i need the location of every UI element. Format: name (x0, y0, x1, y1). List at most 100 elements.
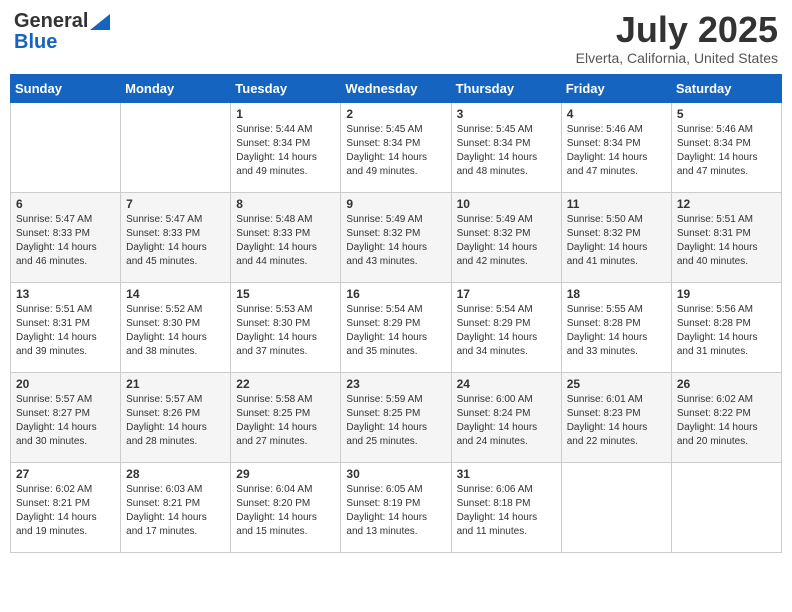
day-info: Sunrise: 5:45 AMSunset: 8:34 PMDaylight:… (457, 123, 556, 179)
calendar-cell: 3 Sunrise: 5:45 AMSunset: 8:34 PMDaylight… (451, 102, 561, 192)
day-number: 7 (126, 197, 225, 211)
calendar-cell: 22 Sunrise: 5:58 AMSunset: 8:25 PMDayligh… (231, 372, 341, 462)
day-info: Sunrise: 5:50 AMSunset: 8:32 PMDaylight:… (567, 213, 666, 269)
day-number: 20 (16, 377, 115, 391)
day-info: Sunrise: 5:51 AMSunset: 8:31 PMDaylight:… (677, 213, 776, 269)
calendar-cell: 8 Sunrise: 5:48 AMSunset: 8:33 PMDaylight… (231, 192, 341, 282)
day-number: 27 (16, 467, 115, 481)
calendar-cell: 23 Sunrise: 5:59 AMSunset: 8:25 PMDayligh… (341, 372, 451, 462)
day-info: Sunrise: 5:48 AMSunset: 8:33 PMDaylight:… (236, 213, 335, 269)
weekday-header-sunday: Sunday (11, 74, 121, 102)
day-number: 30 (346, 467, 445, 481)
day-info: Sunrise: 5:46 AMSunset: 8:34 PMDaylight:… (677, 123, 776, 179)
day-info: Sunrise: 5:47 AMSunset: 8:33 PMDaylight:… (16, 213, 115, 269)
calendar-cell: 15Sunrise: 5:53 AMSunset: 8:30 PMDayligh… (231, 282, 341, 372)
calendar-cell: 10 Sunrise: 5:49 AMSunset: 8:32 PMDayligh… (451, 192, 561, 282)
calendar-cell (121, 102, 231, 192)
day-info: Sunrise: 6:06 AMSunset: 8:18 PMDaylight:… (457, 483, 556, 539)
day-number: 9 (346, 197, 445, 211)
logo-icon (90, 14, 110, 30)
day-info: Sunrise: 5:49 AMSunset: 8:32 PMDaylight:… (346, 213, 445, 269)
day-info: Sunrise: 5:56 AMSunset: 8:28 PMDaylight:… (677, 303, 776, 359)
calendar-cell: 11 Sunrise: 5:50 AMSunset: 8:32 PMDayligh… (561, 192, 671, 282)
day-number: 21 (126, 377, 225, 391)
month-title: July 2025 (576, 10, 778, 50)
calendar-cell: 25 Sunrise: 6:01 AMSunset: 8:23 PMDayligh… (561, 372, 671, 462)
day-info: Sunrise: 5:59 AMSunset: 8:25 PMDaylight:… (346, 393, 445, 449)
page-header: General Blue July 2025 Elverta, Californ… (10, 10, 782, 66)
day-number: 24 (457, 377, 556, 391)
day-number: 6 (16, 197, 115, 211)
calendar-cell: 19Sunrise: 5:56 AMSunset: 8:28 PMDayligh… (671, 282, 781, 372)
day-info: Sunrise: 5:58 AMSunset: 8:25 PMDaylight:… (236, 393, 335, 449)
day-info: Sunrise: 5:46 AMSunset: 8:34 PMDaylight:… (567, 123, 666, 179)
day-info: Sunrise: 5:47 AMSunset: 8:33 PMDaylight:… (126, 213, 225, 269)
logo-blue-text: Blue (14, 31, 57, 54)
day-number: 3 (457, 107, 556, 121)
calendar-cell: 7 Sunrise: 5:47 AMSunset: 8:33 PMDaylight… (121, 192, 231, 282)
location: Elverta, California, United States (576, 50, 778, 66)
calendar-cell: 28 Sunrise: 6:03 AMSunset: 8:21 PMDayligh… (121, 462, 231, 552)
calendar-cell: 24 Sunrise: 6:00 AMSunset: 8:24 PMDayligh… (451, 372, 561, 462)
calendar-cell: 4 Sunrise: 5:46 AMSunset: 8:34 PMDaylight… (561, 102, 671, 192)
calendar-cell: 20 Sunrise: 5:57 AMSunset: 8:27 PMDayligh… (11, 372, 121, 462)
day-info: Sunrise: 6:01 AMSunset: 8:23 PMDaylight:… (567, 393, 666, 449)
day-info: Sunrise: 6:02 AMSunset: 8:22 PMDaylight:… (677, 393, 776, 449)
calendar-cell: 5 Sunrise: 5:46 AMSunset: 8:34 PMDaylight… (671, 102, 781, 192)
day-number: 8 (236, 197, 335, 211)
day-number: 4 (567, 107, 666, 121)
calendar-week-3: 13Sunrise: 5:51 AMSunset: 8:31 PMDayligh… (11, 282, 782, 372)
weekday-header-monday: Monday (121, 74, 231, 102)
calendar-cell: 6 Sunrise: 5:47 AMSunset: 8:33 PMDaylight… (11, 192, 121, 282)
calendar-week-1: 1 Sunrise: 5:44 AMSunset: 8:34 PMDaylight… (11, 102, 782, 192)
day-info: Sunrise: 5:49 AMSunset: 8:32 PMDaylight:… (457, 213, 556, 269)
calendar-table: SundayMondayTuesdayWednesdayThursdayFrid… (10, 74, 782, 553)
day-number: 29 (236, 467, 335, 481)
calendar-cell: 26 Sunrise: 6:02 AMSunset: 8:22 PMDayligh… (671, 372, 781, 462)
day-number: 22 (236, 377, 335, 391)
weekday-header-row: SundayMondayTuesdayWednesdayThursdayFrid… (11, 74, 782, 102)
day-info: Sunrise: 5:57 AMSunset: 8:26 PMDaylight:… (126, 393, 225, 449)
calendar-cell (671, 462, 781, 552)
day-info: Sunrise: 6:03 AMSunset: 8:21 PMDaylight:… (126, 483, 225, 539)
logo-general-text: General (14, 10, 88, 33)
day-number: 16 (346, 287, 445, 301)
day-info: Sunrise: 6:00 AMSunset: 8:24 PMDaylight:… (457, 393, 556, 449)
calendar-cell: 1 Sunrise: 5:44 AMSunset: 8:34 PMDaylight… (231, 102, 341, 192)
day-info: Sunrise: 5:51 AMSunset: 8:31 PMDaylight:… (16, 303, 115, 359)
day-info: Sunrise: 5:57 AMSunset: 8:27 PMDaylight:… (16, 393, 115, 449)
calendar-cell: 9 Sunrise: 5:49 AMSunset: 8:32 PMDaylight… (341, 192, 451, 282)
day-number: 17 (457, 287, 556, 301)
weekday-header-thursday: Thursday (451, 74, 561, 102)
day-info: Sunrise: 6:04 AMSunset: 8:20 PMDaylight:… (236, 483, 335, 539)
day-info: Sunrise: 5:54 AMSunset: 8:29 PMDaylight:… (346, 303, 445, 359)
calendar-week-5: 27 Sunrise: 6:02 AMSunset: 8:21 PMDayligh… (11, 462, 782, 552)
day-info: Sunrise: 6:02 AMSunset: 8:21 PMDaylight:… (16, 483, 115, 539)
day-number: 10 (457, 197, 556, 211)
calendar-week-2: 6 Sunrise: 5:47 AMSunset: 8:33 PMDaylight… (11, 192, 782, 282)
calendar-cell: 31Sunrise: 6:06 AMSunset: 8:18 PMDayligh… (451, 462, 561, 552)
day-number: 26 (677, 377, 776, 391)
logo: General Blue (14, 10, 110, 54)
day-info: Sunrise: 5:54 AMSunset: 8:29 PMDaylight:… (457, 303, 556, 359)
day-info: Sunrise: 5:44 AMSunset: 8:34 PMDaylight:… (236, 123, 335, 179)
day-info: Sunrise: 6:05 AMSunset: 8:19 PMDaylight:… (346, 483, 445, 539)
day-info: Sunrise: 5:55 AMSunset: 8:28 PMDaylight:… (567, 303, 666, 359)
calendar-week-4: 20 Sunrise: 5:57 AMSunset: 8:27 PMDayligh… (11, 372, 782, 462)
calendar-cell: 16 Sunrise: 5:54 AMSunset: 8:29 PMDayligh… (341, 282, 451, 372)
day-number: 23 (346, 377, 445, 391)
day-number: 11 (567, 197, 666, 211)
day-number: 18 (567, 287, 666, 301)
day-number: 25 (567, 377, 666, 391)
day-number: 15 (236, 287, 335, 301)
weekday-header-tuesday: Tuesday (231, 74, 341, 102)
calendar-cell: 14Sunrise: 5:52 AMSunset: 8:30 PMDayligh… (121, 282, 231, 372)
calendar-cell (561, 462, 671, 552)
calendar-cell: 27 Sunrise: 6:02 AMSunset: 8:21 PMDayligh… (11, 462, 121, 552)
day-info: Sunrise: 5:45 AMSunset: 8:34 PMDaylight:… (346, 123, 445, 179)
calendar-cell: 13Sunrise: 5:51 AMSunset: 8:31 PMDayligh… (11, 282, 121, 372)
day-number: 1 (236, 107, 335, 121)
day-number: 5 (677, 107, 776, 121)
weekday-header-friday: Friday (561, 74, 671, 102)
day-number: 28 (126, 467, 225, 481)
